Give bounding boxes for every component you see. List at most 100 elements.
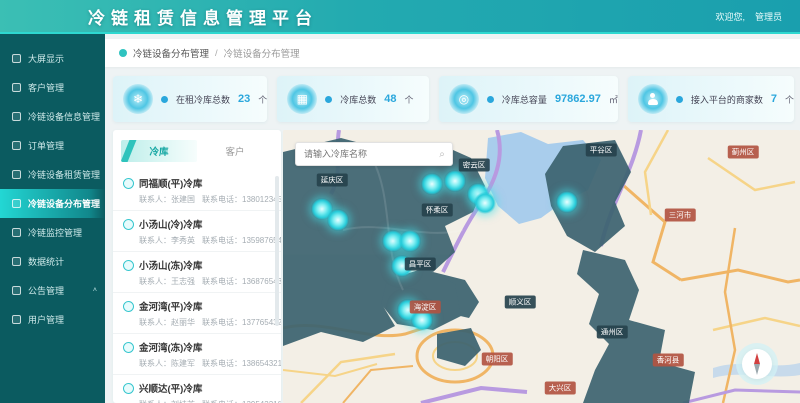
- device-info-icon: [12, 112, 21, 121]
- contact-name: 李秀英: [171, 236, 195, 245]
- map-canvas[interactable]: 延庆区 怀柔区 密云区 平谷区 昌平区 顺义区 通州区 海淀区 朝阳区 三河市 …: [283, 130, 800, 403]
- sidebar-item-label: 冷链监控管理: [28, 226, 82, 239]
- storage-map-marker[interactable]: [421, 173, 443, 195]
- merchant-icon: [638, 84, 668, 114]
- storage-marker-icon: [123, 178, 134, 189]
- storage-marker-icon: [123, 342, 134, 353]
- stat-card-total-capacity: ◎ 冷库总容量 97862.97 ㎡: [439, 76, 618, 122]
- capacity-icon: ◎: [449, 84, 479, 114]
- district-label: 朝阳区: [482, 353, 513, 366]
- district-label: 香河县: [653, 354, 684, 367]
- stat-label: 冷库总容量: [502, 93, 547, 106]
- district-label: 昌平区: [405, 258, 436, 271]
- storage-marker-icon: [123, 301, 134, 312]
- tab-storages[interactable]: 冷库: [121, 140, 197, 162]
- sidebar-item-announcements[interactable]: 公告管理 ˄: [0, 276, 105, 305]
- storage-list-item[interactable]: 金河湾(平)冷库 联系人：赵丽华 联系电话：13776543210: [113, 293, 281, 334]
- stat-unit: 个: [258, 93, 267, 106]
- sidebar-item-label: 数据统计: [28, 255, 64, 268]
- sidebar-item-users[interactable]: 用户管理: [0, 305, 105, 334]
- stat-value: 48: [384, 93, 396, 105]
- warehouse-icon: ▦: [287, 84, 317, 114]
- main-content: 冷链设备分布管理 / 冷链设备分布管理 ❄ 在租冷库总数 23 个 ▦ 冷库总数…: [105, 34, 800, 403]
- cold-storage-icon: ❄: [123, 84, 153, 114]
- storage-map-marker[interactable]: [444, 170, 466, 192]
- stat-dot-icon: [161, 96, 168, 103]
- stat-value: 23: [238, 93, 250, 105]
- stat-unit: 个: [405, 93, 414, 106]
- district-label: 顺义区: [505, 296, 536, 309]
- sidebar-item-label: 订单管理: [28, 139, 64, 152]
- contact-name: 赵丽华: [171, 318, 195, 327]
- breadcrumb-current: 冷链设备分布管理: [224, 46, 300, 60]
- sidebar-item-rental[interactable]: 冷链设备租赁管理: [0, 160, 105, 189]
- storage-list-item[interactable]: 小汤山(冷)冷库 联系人：李秀英 联系电话：13598765432: [113, 211, 281, 252]
- district-label: 三河市: [665, 209, 696, 222]
- tab-label: 冷库: [149, 144, 168, 158]
- map-compass-control[interactable]: [742, 349, 772, 379]
- map-base-layer: [283, 130, 800, 403]
- stat-card-rented-storages: ❄ 在租冷库总数 23 个: [113, 76, 267, 122]
- district-label: 平谷区: [586, 144, 617, 157]
- storage-map-marker[interactable]: [474, 192, 496, 214]
- app-title: 冷链租赁信息管理平台: [88, 4, 318, 29]
- storage-marker-icon: [123, 219, 134, 230]
- sidebar-item-customers[interactable]: 客户管理: [0, 73, 105, 102]
- storage-list-item[interactable]: 同福顺(平)冷库 联系人：张建国 联系电话：13801234567: [113, 170, 281, 211]
- sidebar: 大屏显示 客户管理 冷链设备信息管理 订单管理 冷链设备租赁管理 冷链设备分布管…: [0, 34, 105, 403]
- phone-label: 联系电话：: [202, 359, 242, 368]
- stat-value: 97862.97: [555, 93, 601, 105]
- contact-name: 张建国: [171, 195, 195, 204]
- storage-name: 金河湾(冻)冷库: [139, 340, 202, 354]
- contact-phone: 13865432109: [242, 359, 281, 368]
- distribution-icon: [12, 199, 21, 208]
- phone-label: 联系电话：: [202, 318, 242, 327]
- sidebar-item-statistics[interactable]: 数据统计: [0, 247, 105, 276]
- storage-map-marker[interactable]: [556, 191, 578, 213]
- sidebar-item-monitoring[interactable]: 冷链监控管理: [0, 218, 105, 247]
- map-search-input[interactable]: [296, 149, 432, 159]
- sidebar-item-orders[interactable]: 订单管理: [0, 131, 105, 160]
- sidebar-item-label: 冷链设备租赁管理: [28, 168, 100, 181]
- sidebar-item-label: 用户管理: [28, 313, 64, 326]
- storage-list-panel: 冷库 客户 同福顺(平)冷库 联系人：张建国 联系电话：13801234567 …: [113, 130, 281, 403]
- username[interactable]: 管理员: [755, 10, 782, 23]
- storage-map-marker[interactable]: [327, 209, 349, 231]
- storage-map-marker[interactable]: [399, 230, 421, 252]
- contact-label: 联系人：: [139, 277, 171, 286]
- stat-label: 在租冷库总数: [176, 93, 230, 106]
- contact-label: 联系人：: [139, 318, 171, 327]
- sidebar-item-dashboard[interactable]: 大屏显示: [0, 44, 105, 73]
- storage-list-item[interactable]: 兴顺达(平)冷库 联系人：刘桂芳 联系电话：13954321098: [113, 375, 281, 403]
- users-icon: [12, 315, 21, 324]
- tab-label: 客户: [225, 144, 244, 158]
- stat-unit: 个: [785, 93, 794, 106]
- storage-list-item[interactable]: 小汤山(冻)冷库 联系人：王志强 联系电话：13687654321: [113, 252, 281, 293]
- stat-card-merchants: 接入平台的商家数 7 个: [628, 76, 794, 122]
- rental-icon: [12, 170, 21, 179]
- stat-value: 7: [771, 93, 777, 105]
- sidebar-item-distribution[interactable]: 冷链设备分布管理: [0, 189, 105, 218]
- list-scrollbar[interactable]: [275, 176, 279, 326]
- sidebar-item-device-info[interactable]: 冷链设备信息管理: [0, 102, 105, 131]
- breadcrumb-separator: /: [215, 48, 218, 59]
- storage-list-item[interactable]: 金河湾(冻)冷库 联系人：陈建军 联系电话：13865432109: [113, 334, 281, 375]
- orders-icon: [12, 141, 21, 150]
- breadcrumb-first[interactable]: 冷链设备分布管理: [133, 46, 209, 60]
- district-label: 大兴区: [545, 382, 576, 395]
- welcome-text: 欢迎您,: [715, 10, 745, 23]
- storage-name: 金河湾(平)冷库: [139, 299, 202, 313]
- search-icon[interactable]: ⌕: [432, 149, 452, 160]
- breadcrumb: 冷链设备分布管理 / 冷链设备分布管理: [105, 39, 800, 67]
- storage-name: 兴顺达(平)冷库: [139, 381, 202, 395]
- announcements-icon: [12, 286, 21, 295]
- stat-dot-icon: [676, 96, 683, 103]
- statistics-icon: [12, 257, 21, 266]
- district-label: 通州区: [597, 326, 628, 339]
- header-user-area[interactable]: 欢迎您, 管理员: [715, 10, 782, 23]
- monitoring-icon: [12, 228, 21, 237]
- dashboard-icon: [12, 54, 21, 63]
- contact-name: 陈建军: [171, 359, 195, 368]
- tab-customers[interactable]: 客户: [197, 140, 273, 162]
- stat-unit: ㎡: [609, 93, 618, 106]
